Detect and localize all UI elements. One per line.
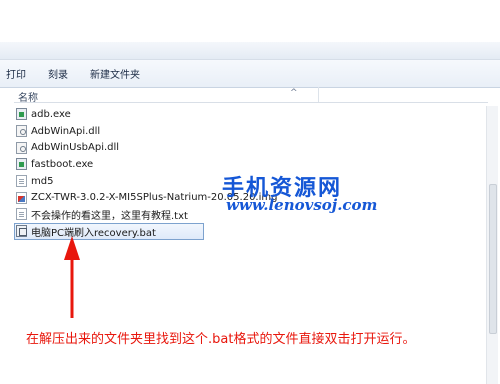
print-button[interactable]: 打印 [6,66,26,81]
sort-ascending-icon: ^ [290,88,298,98]
file-row-recovery-bat[interactable]: 电脑PC端刷入recovery.bat [14,222,204,240]
annotation-caption: 在解压出来的文件夹里找到这个.bat格式的文件直接双击打开运行。 [26,332,416,347]
exe-icon [16,158,27,171]
file-row-adbwinapi-dll[interactable]: AdbWinApi.dll [16,123,476,140]
file-name: md5 [31,175,54,187]
new-folder-button[interactable]: 新建文件夹 [90,66,140,81]
text-file-icon [16,208,27,221]
file-name: fastboot.exe [31,158,94,170]
file-name: AdbWinApi.dll [31,125,101,137]
document-icon [16,175,27,188]
scrollbar-thumb[interactable] [489,184,497,334]
file-name: 不会操作的看这里，这里有教程.txt [31,210,188,222]
burn-button[interactable]: 刻录 [48,66,68,81]
dll-icon [16,125,27,138]
vertical-scrollbar[interactable] [486,106,498,384]
arrow-head [64,236,80,260]
file-row-adb-exe[interactable]: adb.exe [16,106,476,123]
file-name: AdbWinUsbApi.dll [31,142,120,154]
batch-file-icon [16,225,27,238]
name-column-header[interactable]: 名称 [18,89,38,104]
dll-icon [16,141,27,154]
column-header[interactable]: 名称 ^ [14,87,488,104]
address-bar-strip [0,42,500,60]
file-name: 电脑PC端刷入recovery.bat [31,227,156,239]
image-icon [16,191,27,204]
command-toolbar: 打印 刻录 新建文件夹 [0,60,500,88]
column-separator[interactable] [318,87,319,102]
exe-icon [16,108,27,121]
window-top-area [0,0,500,60]
file-row-adbwinusbapi-dll[interactable]: AdbWinUsbApi.dll [16,139,476,156]
file-name: adb.exe [31,108,71,120]
watermark-url: www.lenovsoj.com [226,196,378,214]
